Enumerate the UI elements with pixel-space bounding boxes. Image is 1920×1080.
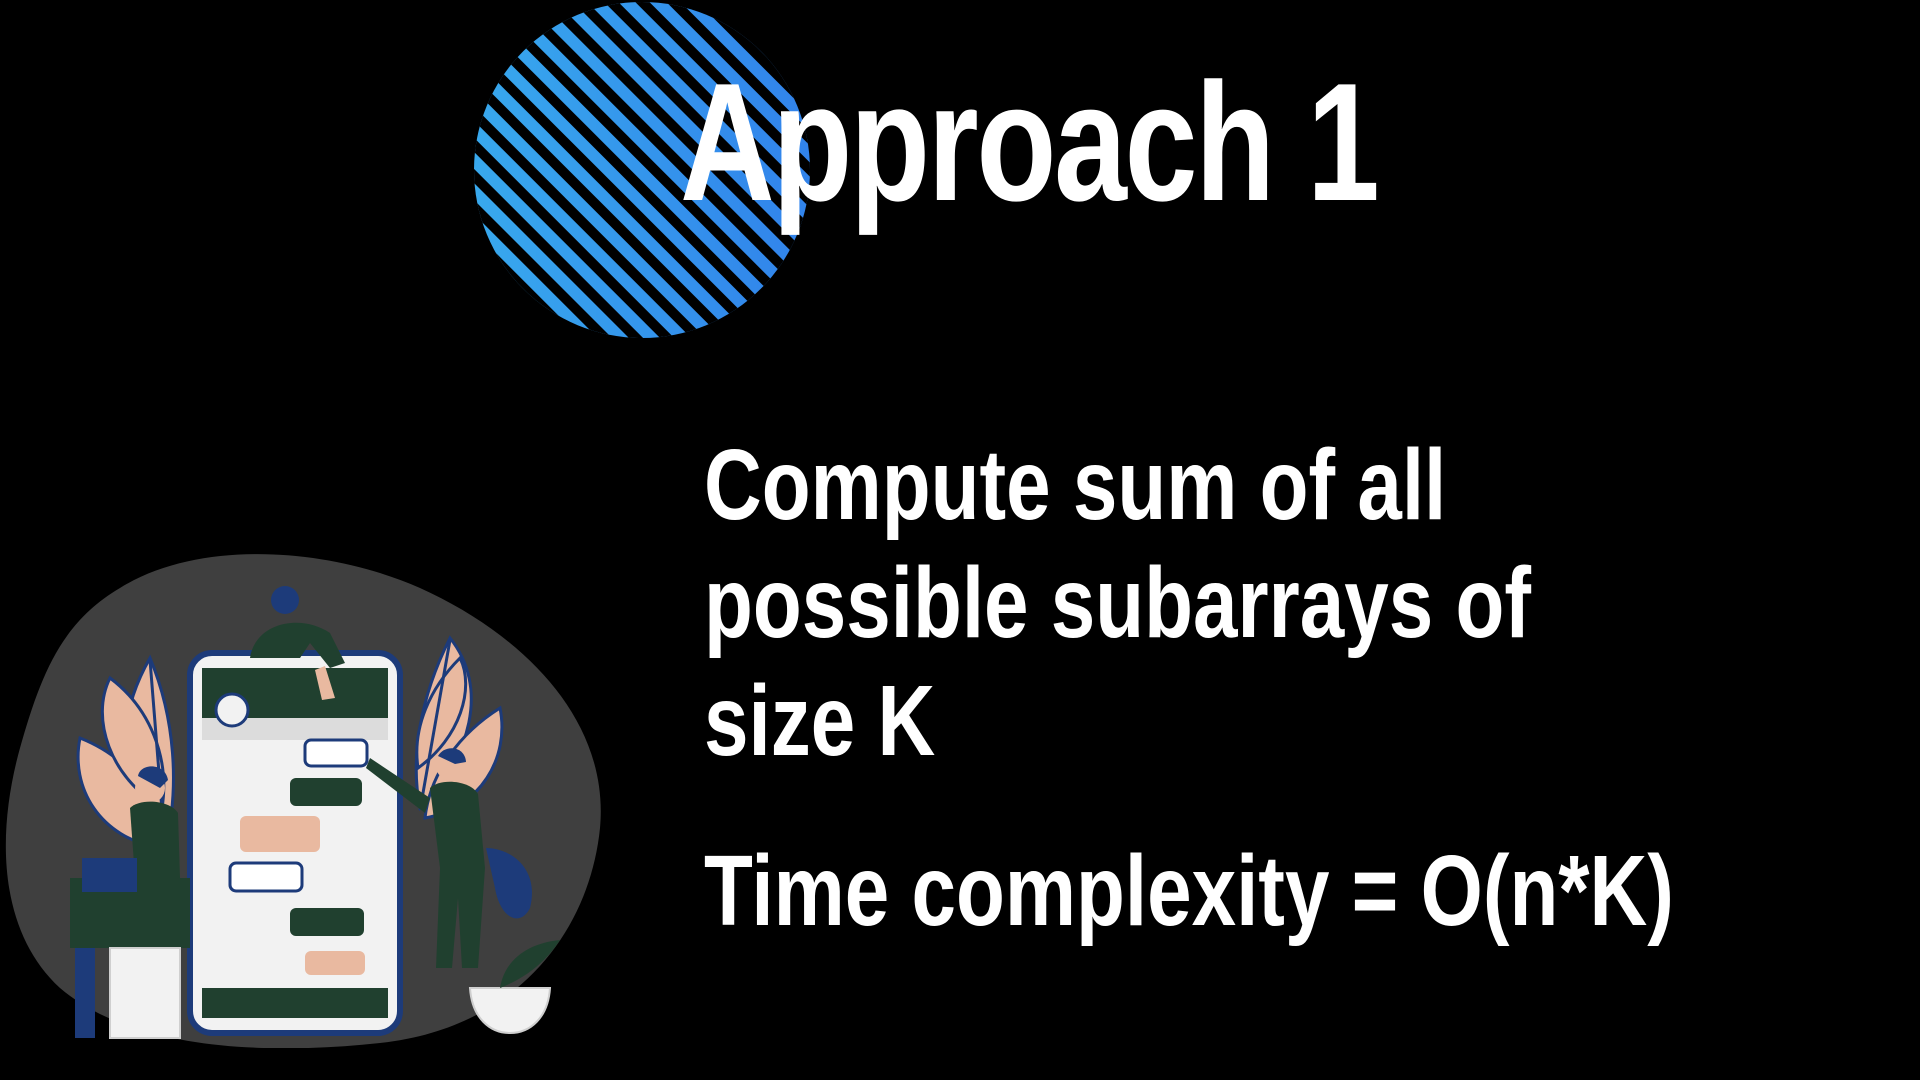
description-line-3: size K xyxy=(704,665,936,777)
people-with-phone-illustration xyxy=(5,554,601,1048)
time-complexity-text: Time complexity = O(n*K) xyxy=(704,835,1674,947)
phone-icon xyxy=(187,650,403,1036)
slide-title: Approach 1 xyxy=(680,48,1380,236)
description-line-1: Compute sum of all xyxy=(704,429,1447,541)
slide: Approach 1 Compute sum of all possible s… xyxy=(0,0,1920,1080)
description-line-2: possible subarrays of xyxy=(704,547,1531,659)
slide-body: Compute sum of all possible subarrays of… xyxy=(704,426,1864,950)
